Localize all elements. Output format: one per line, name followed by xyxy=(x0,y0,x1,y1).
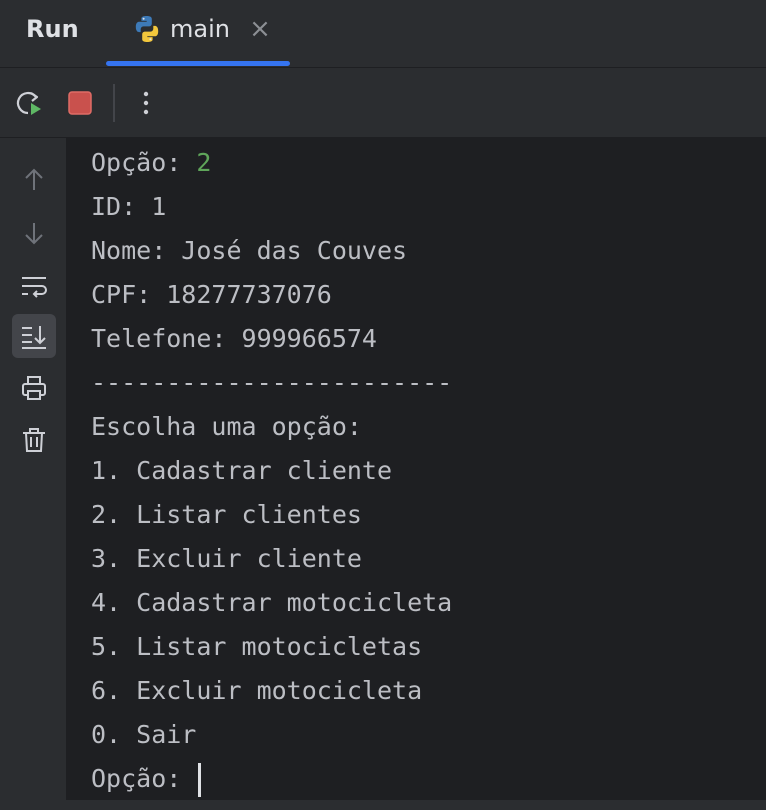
console-line: 4. Cadastrar motocicleta xyxy=(91,588,453,617)
console-line: 1. Cadastrar cliente xyxy=(91,456,393,485)
rerun-icon xyxy=(16,91,41,115)
print-icon xyxy=(22,376,46,400)
print-button[interactable] xyxy=(12,366,56,410)
more-options-button[interactable] xyxy=(130,87,162,119)
run-toolbar xyxy=(0,68,766,138)
text-cursor xyxy=(198,763,202,797)
arrow-down-icon xyxy=(25,223,43,245)
tab-label: main xyxy=(170,15,230,43)
console-line: 0. Sair xyxy=(91,720,197,749)
console-output[interactable]: Opção: 2 ID: 1 Nome: José das Couves CPF… xyxy=(66,138,766,800)
toolbar-separator xyxy=(113,84,115,122)
scroll-to-end-icon xyxy=(22,326,46,349)
scroll-down-button[interactable] xyxy=(12,211,56,255)
active-tab-indicator xyxy=(106,61,290,66)
console-line: Telefone: 999966574 xyxy=(91,324,377,353)
scroll-up-button[interactable] xyxy=(12,158,56,202)
soft-wrap-icon xyxy=(22,277,47,298)
more-vertical-icon xyxy=(143,91,149,115)
rerun-button[interactable] xyxy=(12,87,44,119)
console-line: ------------------------ xyxy=(91,368,453,397)
tab-main[interactable]: main × xyxy=(106,0,290,68)
console-line: 2. Listar clientes xyxy=(91,500,362,529)
soft-wrap-button[interactable] xyxy=(12,264,56,308)
clear-all-button[interactable] xyxy=(12,418,56,462)
run-tool-window: Run main × Opção: 2 ID: 1 Nome: José das… xyxy=(0,0,766,810)
scroll-to-end-button[interactable] xyxy=(12,314,56,358)
console-line: 3. Excluir cliente xyxy=(91,544,362,573)
console-line: Nome: José das Couves xyxy=(91,236,408,265)
stop-icon xyxy=(68,91,92,115)
console-line: CPF: 18277737076 xyxy=(91,280,332,309)
console-line: 6. Excluir motocicleta xyxy=(91,676,423,705)
prompt-text: Opção: xyxy=(91,764,197,793)
run-title: Run xyxy=(26,15,79,43)
user-input-text: 2 xyxy=(196,148,212,177)
console-line: ID: 1 xyxy=(91,192,167,221)
console-line: Escolha uma opção: xyxy=(91,412,362,441)
trash-icon xyxy=(23,428,45,452)
console-action-gutter xyxy=(0,138,66,800)
close-icon[interactable]: × xyxy=(248,14,272,44)
python-icon xyxy=(135,16,159,42)
console-line: 5. Listar motocicletas xyxy=(91,632,423,661)
console-line: Opção: 2 xyxy=(91,141,211,185)
console-input-line[interactable]: Opção: xyxy=(91,757,202,801)
tool-window-header: Run main × xyxy=(0,0,766,68)
arrow-up-icon xyxy=(25,168,43,190)
bottom-border xyxy=(0,800,766,810)
prompt-text: Opção: xyxy=(91,148,197,177)
stop-button[interactable] xyxy=(64,87,96,119)
